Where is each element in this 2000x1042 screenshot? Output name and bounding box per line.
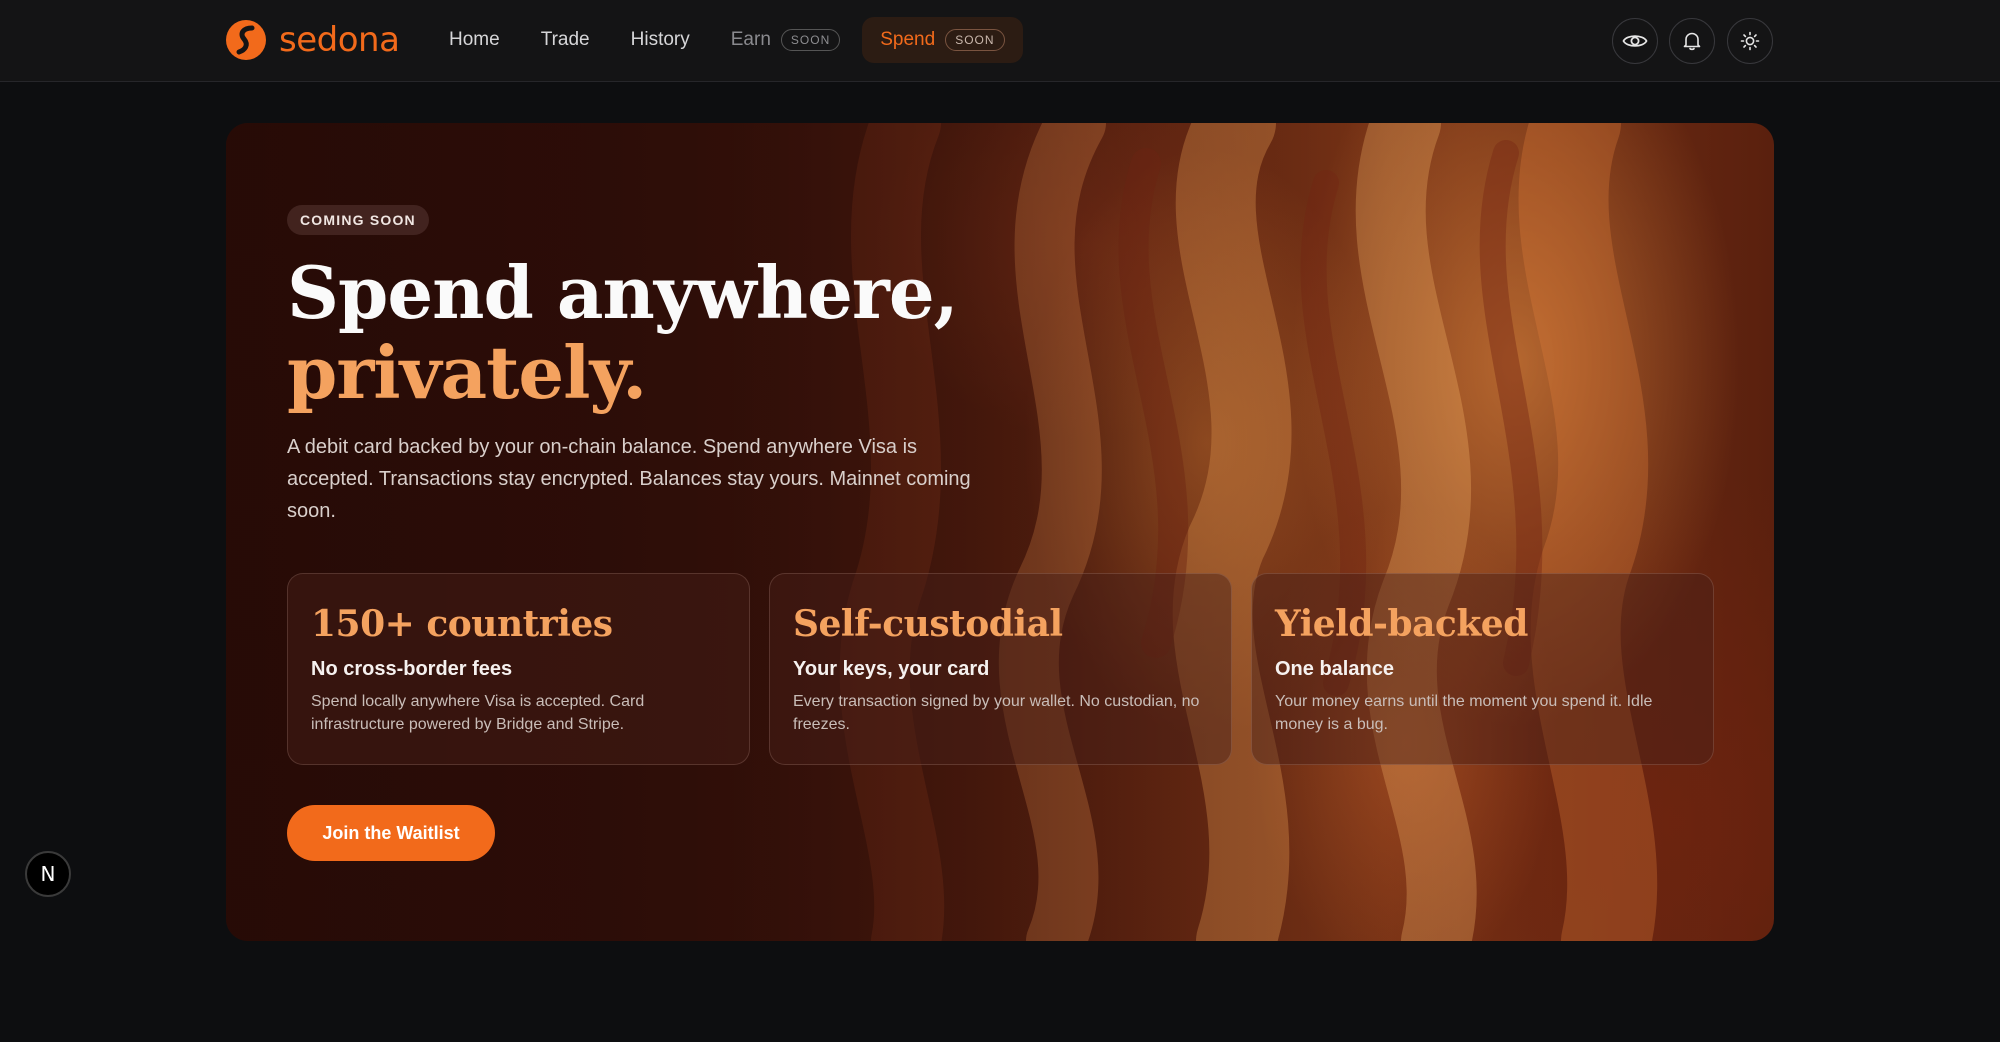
brand-logo[interactable]: sedona <box>225 18 400 62</box>
headline-line-2: privately. <box>287 330 647 415</box>
feature-subtitle: No cross-border fees <box>311 658 513 680</box>
feature-card: Yield-backed One balance Your money earn… <box>1251 573 1714 765</box>
privacy-toggle-button[interactable] <box>1612 18 1658 64</box>
join-waitlist-button[interactable]: Join the Waitlist <box>287 805 495 861</box>
feature-cards: 150+ countries No cross-border fees Spen… <box>287 573 1714 765</box>
sedona-logo-icon <box>226 20 266 60</box>
nav-item-label: Earn <box>730 29 771 50</box>
feature-title: 150+ countries <box>311 603 613 645</box>
nav-item-home[interactable]: Home <box>449 17 500 63</box>
bell-icon <box>1683 32 1701 51</box>
nav-item-trade[interactable]: Trade <box>541 17 590 63</box>
feature-description: Every transaction signed by your wallet.… <box>793 693 1200 733</box>
notifications-button[interactable] <box>1669 18 1715 64</box>
nav-item-earn[interactable]: Earn SOON <box>730 17 841 63</box>
sun-icon <box>1740 31 1760 51</box>
nav-item-label: Home <box>449 29 500 50</box>
eye-icon <box>1622 35 1648 47</box>
nav-item-history[interactable]: History <box>631 17 690 63</box>
feature-card: 150+ countries No cross-border fees Spen… <box>287 573 750 765</box>
feature-description: Your money earns until the moment you sp… <box>1275 693 1653 733</box>
feature-subtitle: Your keys, your card <box>793 658 990 680</box>
top-navbar: sedona Home Trade History Earn SOON Spen… <box>0 0 2000 82</box>
theme-toggle-button[interactable] <box>1727 18 1773 64</box>
feature-title: Yield-backed <box>1275 603 1528 645</box>
nav-item-spend[interactable]: Spend SOON <box>862 17 1023 63</box>
brand-name: sedona <box>279 20 400 60</box>
nav-item-label: History <box>630 29 690 50</box>
coming-soon-badge: COMING SOON <box>287 205 429 235</box>
spend-hero-card: COMING SOON Spend anywhere, privately. A… <box>226 123 1774 941</box>
feature-description: Spend locally anywhere Visa is accepted.… <box>311 693 645 733</box>
nav-item-label: Spend <box>880 29 936 50</box>
hero-description: A debit card backed by your on-chain bal… <box>287 436 971 522</box>
soon-badge: SOON <box>780 29 841 51</box>
feature-subtitle: One balance <box>1275 658 1394 680</box>
headline-line-1: Spend anywhere, <box>287 250 959 335</box>
nav-item-label: Trade <box>540 29 590 50</box>
feature-card: Self-custodial Your keys, your card Ever… <box>769 573 1232 765</box>
dev-tools-badge[interactable]: N <box>25 851 71 897</box>
soon-badge: SOON <box>945 29 1005 51</box>
main-nav: Home Trade History Earn SOON Spend SOON <box>449 17 1023 63</box>
feature-title: Self-custodial <box>793 603 1063 645</box>
hero-headline: Spend anywhere, privately. <box>287 250 959 415</box>
